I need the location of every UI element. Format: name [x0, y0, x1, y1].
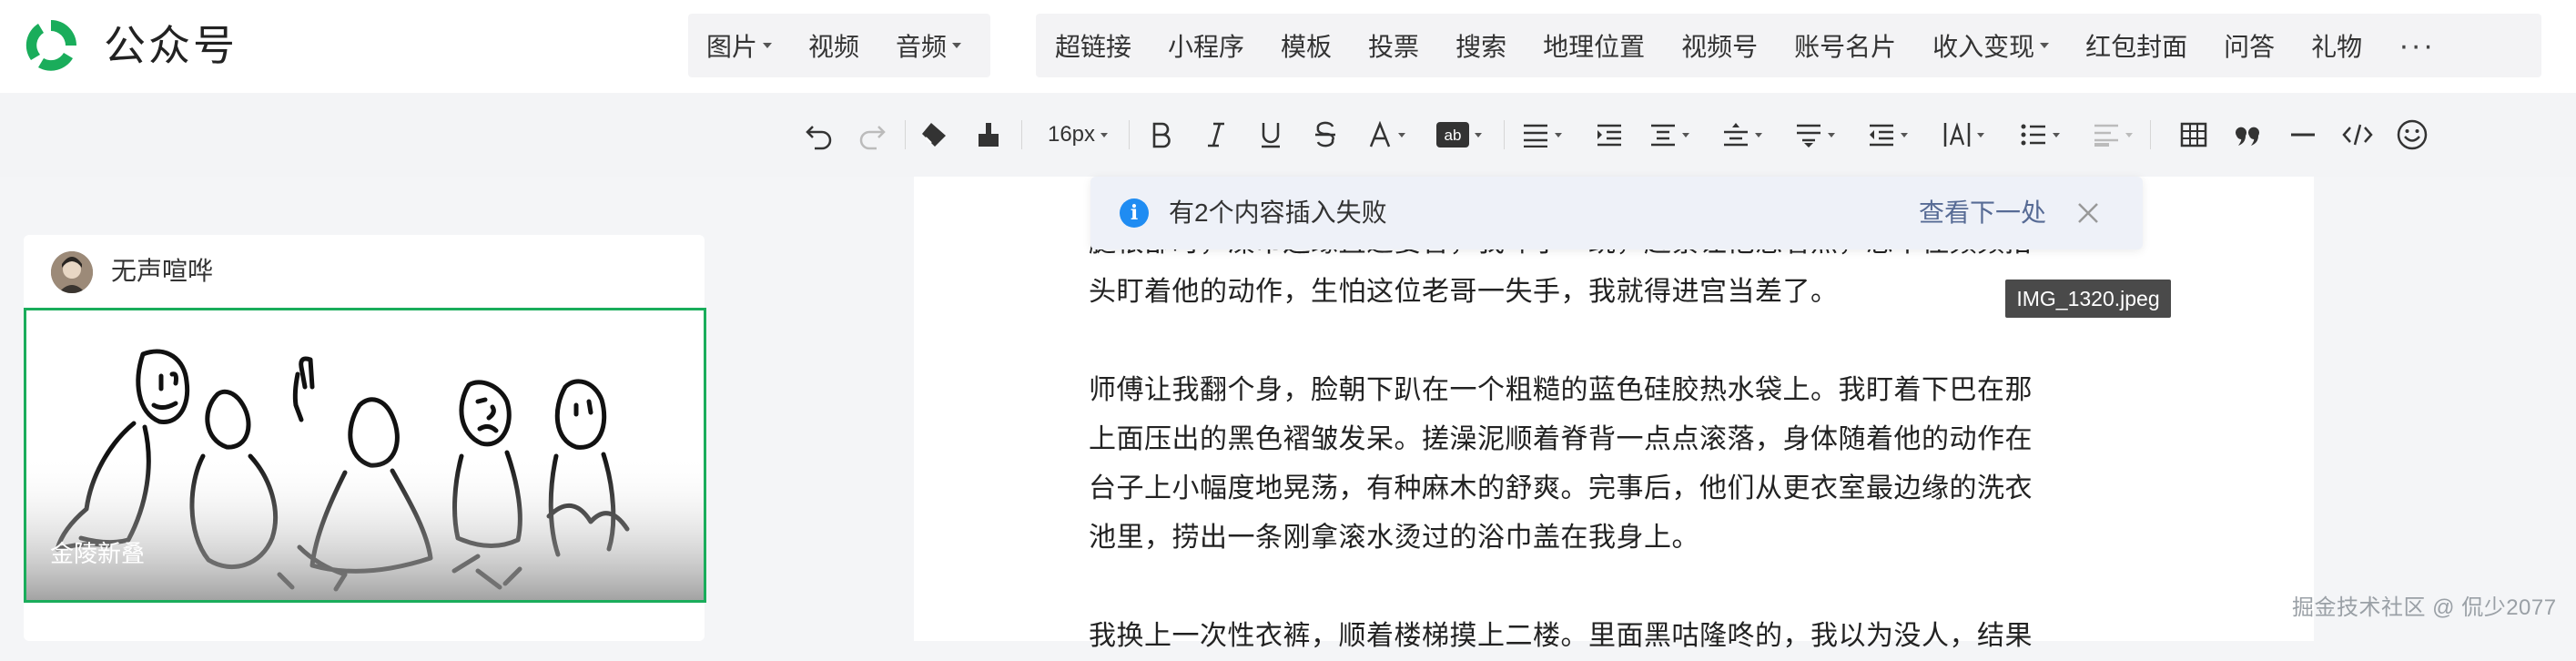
insert-menu-group-media: 图片 视频 音频: [688, 14, 990, 77]
watermark: 掘金技术社区 @ 侃少2077: [2292, 595, 2557, 620]
chevron-down-icon: [952, 43, 962, 48]
chevron-down-icon: [1100, 132, 1109, 137]
insert-search-button[interactable]: 搜索: [1436, 14, 1524, 77]
paragraph-line[interactable]: 上面压出的黑色褶皱发呆。搓澡泥顺着脊背一点点滚落，身体随着他的动作在: [1089, 415, 2154, 464]
paragraph-line[interactable]: 我换上一次性衣裤，顺着楼梯摸上二楼。里面黑咕隆咚的，我以为没人，结果: [1089, 612, 2154, 661]
chevron-down-icon: [1755, 132, 1762, 137]
top-bar: 公众号 图片 视频 音频 超链接 小程序 模板 投票 搜索 地理位置 视频号 账…: [0, 0, 2576, 93]
insert-location-button[interactable]: 地理位置: [1524, 14, 1662, 77]
divider-icon[interactable]: [2283, 93, 2323, 177]
first-line-indent-icon[interactable]: [1862, 93, 1913, 177]
letter-spacing-icon[interactable]: [1790, 93, 1841, 177]
strikethrough-icon[interactable]: [1307, 93, 1344, 177]
font-color-icon[interactable]: [1360, 93, 1413, 177]
article-card-header: 无声喧哗: [24, 235, 705, 308]
insert-audio-menu[interactable]: 音频: [877, 14, 979, 77]
paragraph-line[interactable]: 师傅让我翻个身，脸朝下趴在一个粗糙的蓝色硅胶热水袋上。我盯着下巴在那: [1089, 366, 2154, 415]
underline-icon[interactable]: [1253, 93, 1289, 177]
font-size-select[interactable]: 16px: [1034, 93, 1121, 177]
insert-video-button[interactable]: 视频: [790, 14, 877, 77]
paragraph-line[interactable]: 头盯着他的动作，生怕这位老哥一失手，我就得进宫当差了。: [1089, 268, 2154, 317]
ruler-icon[interactable]: [2086, 93, 2139, 177]
chevron-down-icon: [1475, 132, 1482, 137]
insert-red-packet-cover-button[interactable]: 红包封面: [2066, 14, 2205, 77]
clear-format-icon[interactable]: [914, 93, 954, 177]
chevron-down-icon: [1682, 132, 1689, 137]
chevron-down-icon: [2040, 43, 2050, 48]
insert-vote-button[interactable]: 投票: [1349, 14, 1436, 77]
chevron-down-icon: [1828, 132, 1835, 137]
author-name: 无声喧哗: [111, 257, 214, 285]
close-icon[interactable]: [2075, 200, 2101, 226]
chevron-down-icon: [1398, 132, 1405, 137]
insert-account-card-button[interactable]: 账号名片: [1775, 14, 1913, 77]
paragraph-line[interactable]: 池里，捞出一条刚拿滚水烫过的浴巾盖在我身上。: [1089, 514, 2154, 563]
code-icon[interactable]: [2338, 93, 2378, 177]
insert-monetization-menu[interactable]: 收入变现: [1913, 14, 2066, 77]
cover-title: 金陵新叠: [50, 540, 146, 567]
brand-name: 公众号: [104, 22, 238, 69]
insert-template-button[interactable]: 模板: [1262, 14, 1349, 77]
article-cover-image[interactable]: 金陵新叠: [24, 308, 706, 603]
insert-qa-button[interactable]: 问答: [2205, 14, 2292, 77]
image-filename-tag: IMG_1320.jpeg: [2005, 280, 2171, 318]
insert-menu-group-widgets: 超链接 小程序 模板 投票 搜索 地理位置 视频号 账号名片 收入变现 红包封面…: [1036, 14, 2541, 77]
paragraph-line[interactable]: 台子上小幅度地晃荡，有种麻木的舒爽。完事后，他们从更衣室最边缘的洗衣: [1089, 464, 2154, 514]
avatar: [51, 251, 93, 293]
insert-gift-button[interactable]: 礼物: [2292, 14, 2379, 77]
insert-miniprogram-button[interactable]: 小程序: [1149, 14, 1262, 77]
chevron-down-icon: [1555, 132, 1562, 137]
list-icon[interactable]: [2013, 93, 2066, 177]
insert-image-menu[interactable]: 图片: [688, 14, 790, 77]
format-toolbar: 16px ab: [0, 93, 2576, 177]
chevron-down-icon: [1901, 132, 1908, 137]
quote-icon[interactable]: [2228, 93, 2268, 177]
italic-icon[interactable]: [1198, 93, 1234, 177]
indent-icon[interactable]: [1589, 93, 1629, 177]
view-next-link[interactable]: 查看下一处: [1919, 195, 2046, 231]
insert-hyperlink-button[interactable]: 超链接: [1036, 14, 1149, 77]
background-color-icon[interactable]: ab: [1429, 93, 1489, 177]
table-icon[interactable]: [2174, 93, 2214, 177]
more-menu-button[interactable]: ···: [2379, 14, 2452, 77]
emoji-icon[interactable]: [2392, 93, 2432, 177]
line-height-icon[interactable]: [1717, 93, 1768, 177]
text-spacing-icon[interactable]: [1935, 93, 1992, 177]
article-card[interactable]: 无声喧哗 金陵新叠: [24, 235, 706, 641]
insert-channels-button[interactable]: 视频号: [1662, 14, 1775, 77]
notice-message: 有2个内容插入失败: [1169, 198, 1387, 227]
svg-text:ab: ab: [1445, 127, 1462, 144]
format-painter-icon[interactable]: [969, 93, 1009, 177]
chevron-down-icon: [763, 43, 773, 48]
paragraph-spacing-icon[interactable]: [1644, 93, 1695, 177]
insert-failed-notice: i 有2个内容插入失败 查看下一处: [1090, 177, 2143, 249]
chevron-down-icon: [1977, 132, 1984, 137]
align-icon[interactable]: [1516, 93, 1567, 177]
undo-icon[interactable]: [799, 93, 839, 177]
wechat-mp-logo-icon: [25, 20, 76, 71]
chevron-down-icon: [2053, 132, 2060, 137]
redo-icon[interactable]: [852, 93, 892, 177]
chevron-down-icon: [2125, 132, 2133, 137]
article-list-pane: 无声喧哗 金陵新叠: [0, 177, 914, 641]
bold-icon[interactable]: [1143, 93, 1180, 177]
info-icon: i: [1120, 198, 1149, 228]
